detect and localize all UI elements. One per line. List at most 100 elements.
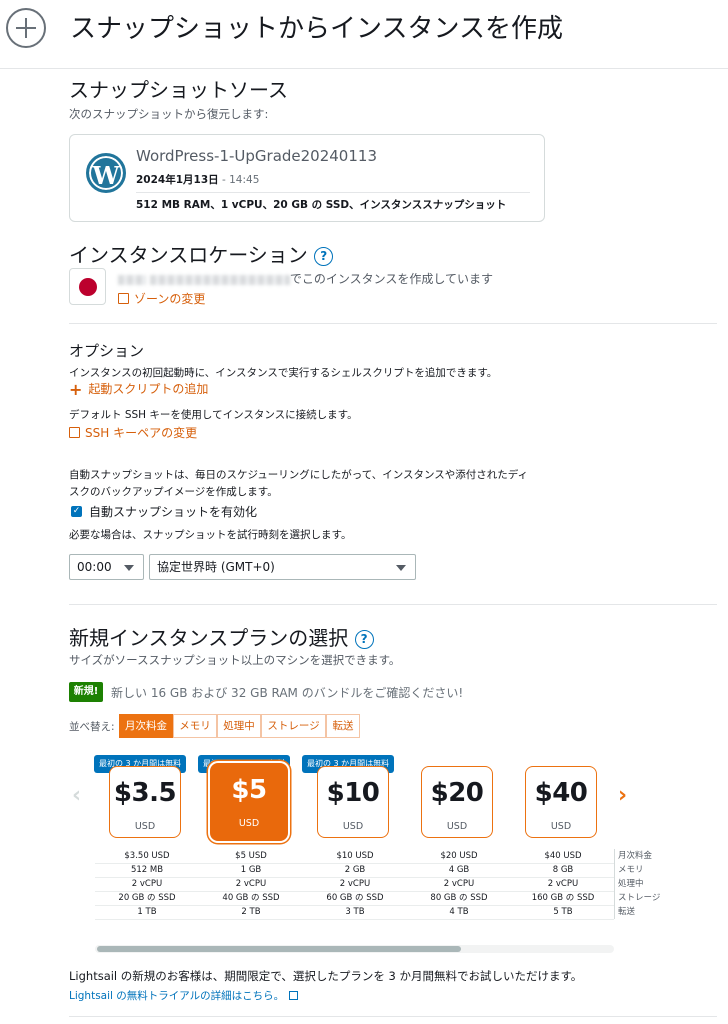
spec-cell: 2 vCPU [131,879,163,889]
new-bundles-text: 新しい 16 GB および 32 GB RAM のバンドルをご確認ください! [111,686,464,700]
plan-currency: USD [342,821,364,832]
spec-cell: 1 TB [137,907,157,917]
spec-cell: 8 GB [552,865,574,875]
spec-cell: $20 USD [440,851,478,861]
spec-cell: $40 USD [544,851,582,861]
spec-cell: 4 GB [448,865,470,875]
add-launch-script-link[interactable]: + 起動スクリプトの追加 [69,380,208,399]
spec-cell: 60 GB の SSD [326,893,384,903]
sort-tab-storage[interactable]: ストレージ [261,714,326,738]
divider [0,68,728,69]
spec-cell: 2 GB [344,865,366,875]
create-plus-icon [6,8,46,48]
spec-row-label: 処理中 [618,879,644,889]
plan-price: $10 [326,778,380,808]
plan-currency: USD [134,821,156,832]
divider [69,604,717,605]
sort-tab-transfer[interactable]: 転送 [326,714,360,738]
plan-card-40[interactable]: $40 USD [525,766,597,838]
japan-flag-icon [69,268,106,305]
source-description: 次のスナップショットから復元します: [69,107,269,121]
time-description: 必要な場合は、スナップショットを試行時刻を選択します。 [69,529,352,541]
script-description: インスタンスの初回起動時に、インスタンスで実行するシェルスクリプトを追加できます… [69,367,498,379]
new-badge: 新規! [69,682,103,702]
sort-tab-monthly-price[interactable]: 月次料金 [119,714,173,738]
edit-icon [69,427,80,438]
plans-description: サイズがソーススナップショット以上のマシンを選択できます。 [69,653,401,667]
auto-snapshot-description-2: スクのバックアップイメージを作成します。 [69,486,278,498]
auto-snapshot-label: 自動スナップショットを有効化 [89,505,258,519]
ssh-description: デフォルト SSH キーを使用してインスタンスに接続します。 [69,409,358,421]
plan-currency: USD [550,821,572,832]
spec-cell: 160 GB の SSD [531,893,595,903]
spec-cell: 40 GB の SSD [222,893,280,903]
divider [69,323,717,324]
plan-card-3.5[interactable]: $3.5 USD [109,766,181,838]
plan-price: $40 [534,778,588,808]
snapshot-name: WordPress-1-UpGrade20240113 [136,147,377,165]
spec-cell: 3 TB [345,907,365,917]
spec-cell: 80 GB の SSD [430,893,488,903]
plan-card-20[interactable]: $20 USD [421,766,493,838]
snapshot-spec: 512 MB RAM、1 vCPU、20 GB の SSD、インスタンススナップ… [136,199,507,211]
section-heading-location: インスタンスロケーション ? [69,239,334,268]
spec-cell: 2 TB [241,907,261,917]
plan-price: $3.5 [113,778,177,808]
plan-price: $20 [430,778,484,808]
spec-cell: 20 GB の SSD [118,893,176,903]
spec-cell: 5 TB [553,907,573,917]
redacted-region [118,274,146,285]
card-divider [136,192,530,193]
free-trial-note: Lightsail の新規のお客様は、期間限定で、選択したプランを 3 か月間無… [69,969,583,983]
snapshot-card: W WordPress-1-UpGrade20240113 2024年1月13日… [69,134,545,222]
spec-cell: 2 vCPU [443,879,475,889]
section-heading-options: オプション [69,342,145,360]
spec-row-label: メモリ [618,865,644,875]
spec-cell: 2 vCPU [235,879,267,889]
chevron-right-icon[interactable]: › [618,784,627,808]
snapshot-date: 2024年1月13日 - 14:45 [136,174,260,186]
help-icon[interactable]: ? [314,247,334,266]
change-ssh-key-link[interactable]: SSH キーペアの変更 [69,424,197,441]
spec-row-label: 月次料金 [618,851,653,861]
auto-snapshot-description-1: 自動スナップショットは、毎日のスケジューリングにしたがって、インスタンスや添付さ… [69,469,529,481]
spec-row-label: ストレージ [618,893,661,903]
chevron-down-icon [396,565,406,571]
snapshot-time-select[interactable]: 00:00 [69,554,144,580]
sort-tab-processing[interactable]: 処理中 [217,714,261,738]
spec-row-label: 転送 [618,907,636,917]
sort-label: 並べ替え: [69,721,115,733]
section-heading-source: スナップショットソース [69,78,288,102]
plan-price: $5 [231,775,267,805]
page-title: スナップショットからインスタンスを作成 [70,14,563,44]
plan-currency: USD [446,821,468,832]
spec-cell: 2 vCPU [339,879,371,889]
plan-currency: USD [238,818,260,829]
spec-cell: 2 vCPU [547,879,579,889]
spec-cell: $5 USD [235,851,267,861]
help-icon[interactable]: ? [354,630,374,649]
free-trial-details-link[interactable]: Lightsail の無料トライアルの詳細はこちら。 [69,988,299,1003]
divider [69,1016,717,1017]
edit-icon [118,293,129,304]
spec-cell: $3.50 USD [124,851,170,861]
sort-tab-memory[interactable]: メモリ [173,714,217,738]
section-heading-plans: 新規インスタンスプランの選択 ? [69,622,374,651]
spec-cell: 512 MB [130,865,164,875]
spec-cell: 4 TB [449,907,469,917]
wordpress-logo-icon: W [86,153,126,193]
spec-divider [614,849,615,919]
plus-icon: + [69,380,83,399]
redacted-zone [149,274,290,285]
spec-cell: 1 GB [240,865,262,875]
plan-card-10[interactable]: $10 USD [317,766,389,838]
external-link-icon [289,991,299,1000]
scrollbar-thumb[interactable] [97,946,461,952]
location-text: でこのインスタンスを作成しています [118,270,493,287]
chevron-down-icon [124,565,134,571]
change-zone-link[interactable]: ゾーンの変更 [118,290,205,307]
auto-snapshot-checkbox[interactable]: ✓ [71,506,82,517]
timezone-select[interactable]: 協定世界時 (GMT+0) [149,554,416,580]
chevron-left-icon[interactable]: ‹ [72,784,81,808]
plan-card-5-selected[interactable]: $5 USD [210,763,288,841]
